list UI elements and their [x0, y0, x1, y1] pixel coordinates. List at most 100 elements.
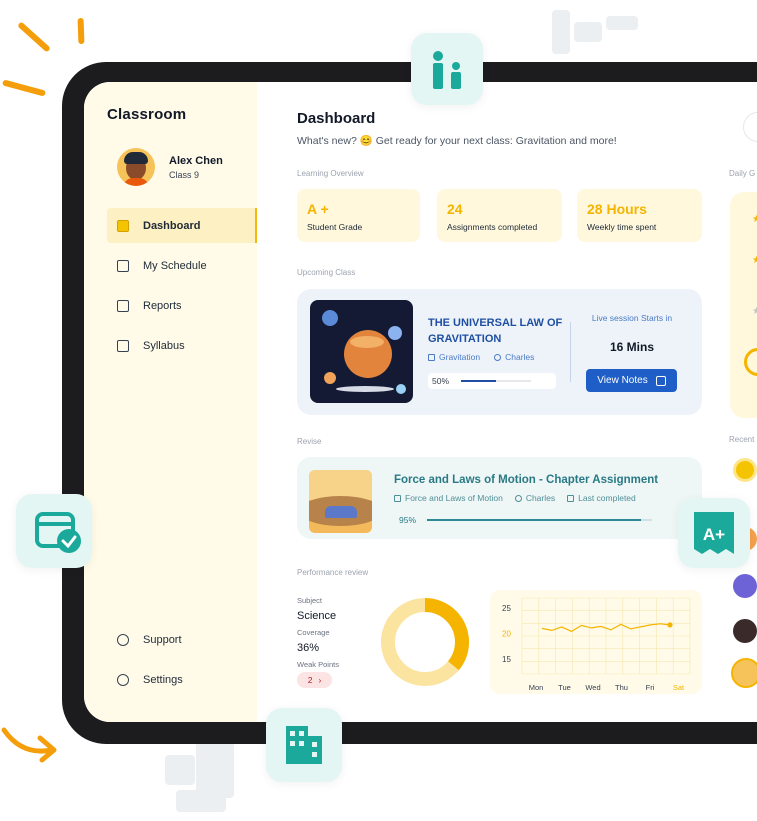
progress-percent: 95%: [399, 515, 417, 525]
user-icon: [494, 354, 502, 361]
decor-shape: [552, 10, 570, 54]
performance-chart-svg: 25 20 15 Mon Tue Wed Thu Fri Sat: [502, 597, 691, 692]
performance-chart: 25 20 15 Mon Tue Wed Thu Fri Sat: [490, 590, 702, 694]
sidebar-item-support[interactable]: Support: [107, 622, 257, 657]
support-icon: [117, 633, 129, 646]
weak-points-badge[interactable]: 2 ›: [297, 672, 332, 688]
class-meta: Gravitation Charles: [428, 352, 534, 362]
external-link-icon: [655, 375, 666, 386]
subject-value: Science: [297, 610, 337, 622]
weak-points-count: 2: [307, 675, 313, 685]
decor-spark: [1, 79, 47, 97]
app-screen: Classroom Alex Chen Class 9 Dashboard My: [84, 82, 757, 722]
overview-card-time: 28 Hours Weekly time spent: [577, 189, 702, 242]
class-teacher: Charles: [505, 352, 535, 362]
sidebar-nav: Dashboard My Schedule Reports Syllabus: [107, 208, 257, 368]
class-title: THE UNIVERSAL LAW OF GRAVITATION: [428, 317, 563, 345]
decor-shape: [176, 790, 226, 812]
y-tick-label: 25: [502, 604, 511, 613]
overview-card-assignments: 24 Assignments completed: [437, 189, 562, 242]
class-thumbnail: [310, 300, 413, 403]
page-subtitle: What's new? 😊 Get ready for your next cl…: [297, 135, 617, 147]
svg-text:A+: A+: [703, 525, 725, 544]
y-tick-label: 20: [502, 629, 511, 638]
user-name: Alex Chen: [169, 154, 223, 167]
avatar: [733, 574, 757, 598]
sidebar-item-my-schedule[interactable]: My Schedule: [107, 248, 257, 283]
view-notes-button[interactable]: View Notes: [586, 369, 677, 392]
sidebar-item-settings[interactable]: Settings: [107, 662, 257, 697]
sidebar-item-syllabus[interactable]: Syllabus: [107, 328, 257, 363]
book-icon: [394, 495, 401, 502]
decor-shape: [574, 22, 602, 42]
app-logo: Classroom: [107, 106, 187, 123]
building-icon: [266, 708, 342, 782]
countdown: 16 Mins: [609, 340, 654, 354]
progress-fill: [427, 519, 641, 521]
class-topic: Gravitation: [439, 352, 481, 362]
revise-card[interactable]: Force and Laws of Motion - Chapter Assig…: [297, 457, 702, 539]
progress-track: [461, 380, 531, 382]
parent-child-icon: [411, 33, 483, 105]
button-label: View Notes: [597, 375, 648, 386]
assignment-teacher: Charles: [525, 493, 556, 503]
decor-spark: [17, 21, 51, 53]
star-icon: ★: [752, 214, 757, 225]
overview-value: 28 Hours: [587, 201, 647, 217]
upcoming-class-card[interactable]: THE UNIVERSAL LAW OF GRAVITATION Gravita…: [297, 289, 702, 415]
sidebar-item-label: My Schedule: [143, 259, 207, 272]
dashboard-icon: [117, 219, 129, 232]
coverage-donut: [381, 598, 469, 686]
x-tick-label: Mon: [529, 683, 544, 692]
decor-spark: [77, 17, 85, 45]
gear-icon: [117, 673, 129, 686]
live-session-label: Live session Starts in: [591, 313, 673, 323]
assignment-status: Last completed: [578, 493, 636, 503]
x-tick-label: Wed: [585, 683, 600, 692]
chevron-right-icon: ›: [318, 675, 322, 685]
revise-label: Revise: [297, 437, 322, 446]
assignment-thumbnail: [309, 470, 372, 533]
sidebar: Classroom Alex Chen Class 9 Dashboard My: [84, 82, 257, 722]
subject-label: Subject: [297, 596, 323, 605]
assignment-title: Force and Laws of Motion - Chapter Assig…: [394, 474, 659, 486]
sidebar-item-reports[interactable]: Reports: [107, 288, 257, 323]
sidebar-bottom-nav: Support Settings: [107, 622, 257, 702]
y-tick-label: 15: [502, 655, 511, 664]
avatar: [117, 148, 155, 186]
sidebar-item-label: Dashboard: [143, 219, 201, 232]
page-title: Dashboard: [297, 110, 376, 127]
search-button[interactable]: [743, 112, 757, 142]
recent-badge-icon: [733, 458, 757, 482]
sidebar-item-label: Syllabus: [143, 339, 185, 352]
class-progress: 50%: [428, 373, 556, 389]
overview-value: 24: [447, 201, 463, 217]
user-icon: [514, 495, 522, 502]
decor-shape: [606, 16, 638, 30]
x-tick-label: Thu: [615, 683, 628, 692]
sidebar-item-label: Reports: [143, 299, 182, 312]
recent-label: Recent: [729, 435, 755, 444]
series-endpoint: [667, 622, 673, 628]
report-icon: [117, 299, 129, 312]
x-tick-label: Fri: [646, 683, 655, 692]
stage: Classroom Alex Chen Class 9 Dashboard My: [0, 0, 757, 821]
overview-card-grade: A + Student Grade: [297, 189, 420, 242]
book-icon: [428, 354, 435, 361]
sidebar-item-label: Settings: [143, 673, 183, 686]
x-tick-label: Tue: [558, 683, 571, 692]
coverage-label: Coverage: [297, 628, 330, 637]
sidebar-item-label: Support: [143, 633, 182, 646]
daily-goals-label: Daily G: [729, 169, 756, 178]
main-content: Dashboard What's new? 😊 Get ready for yo…: [257, 82, 757, 722]
goal-ring: [744, 348, 757, 376]
star-icon: ★: [752, 306, 757, 317]
progress-fill: [461, 380, 496, 382]
daily-goals-card: ★ ★ ★: [730, 192, 757, 418]
weak-points-label: Weak Points: [297, 660, 339, 669]
overview-value: A +: [307, 201, 329, 217]
user-profile[interactable]: Alex Chen Class 9: [117, 148, 223, 186]
avatar: [731, 658, 757, 688]
assignment-topic: Force and Laws of Motion: [405, 493, 503, 503]
sidebar-item-dashboard[interactable]: Dashboard: [107, 208, 257, 243]
